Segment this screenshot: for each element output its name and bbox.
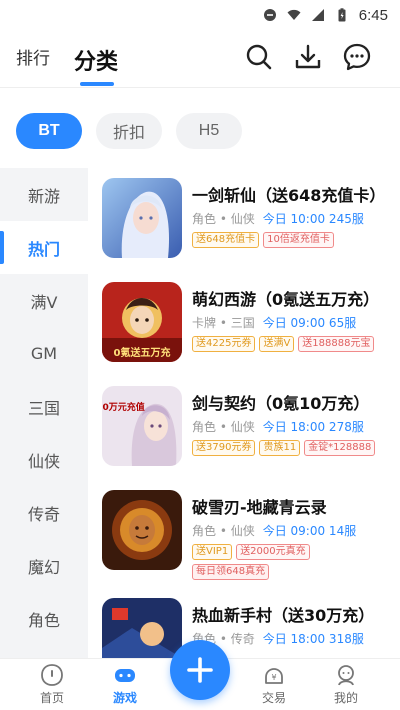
game-meta: 角色 • 传奇 今日 18:00 318服 [192, 630, 364, 647]
status-time: 6:45 [358, 6, 388, 24]
tab-category[interactable]: 分类 [74, 44, 118, 76]
gamepad-icon [115, 669, 135, 682]
wifi-icon [287, 9, 301, 20]
bottom-nav-label: 我的 [333, 691, 358, 705]
game-tag: 送VIP1 [192, 544, 233, 560]
game-meta: 卡牌 • 三国 今日 09:00 65服 [192, 314, 356, 331]
game-icon [102, 598, 182, 658]
game-icon: 送10万元充值 [102, 386, 182, 466]
category-sidebar: 新游 热门 满V GM 三国 仙侠 传奇 魔幻 角色 [0, 168, 88, 658]
svg-text:¥: ¥ [271, 673, 276, 682]
sidebar-item-legend[interactable]: 传奇 [0, 486, 88, 539]
game-tag: 10倍返充值卡 [263, 232, 334, 248]
game-icon [102, 178, 182, 258]
game-tag: 送4225元券 [192, 336, 256, 352]
game-item[interactable]: 送10万元充值 剑与契约（0氪10万充） 角色 • 仙侠今日 18:00 278… [88, 376, 400, 480]
active-tab-indicator [80, 82, 114, 86]
game-server-schedule: 今日 18:00 318服 [262, 632, 364, 646]
game-genre: 角色 • 仙侠 [192, 212, 255, 226]
home-icon [41, 664, 63, 686]
bottom-nav-label: 交易 [261, 691, 286, 705]
game-tag: 送2000元真充 [236, 544, 310, 560]
filter-chip-h5[interactable]: H5 [176, 113, 242, 149]
plus-icon [187, 657, 213, 683]
bottom-nav-trade[interactable]: ¥ 交易 [244, 663, 304, 706]
game-list: 一剑斩仙（送648充值卡） 角色 • 仙侠 今日 10:00 245服 送648充… [88, 168, 400, 658]
game-tag: 送满V [259, 336, 295, 352]
profile-icon [338, 665, 354, 686]
game-tag: 每日领648真充 [192, 564, 270, 580]
game-tag: 金锭*128888 [304, 440, 376, 456]
game-genre: 角色 • 仙侠 [192, 420, 255, 434]
status-bar: 6:45 [0, 0, 400, 30]
bottom-nav-games[interactable]: 游戏 [95, 663, 155, 706]
signal-icon [311, 9, 324, 21]
game-tags: 送3790元券 贵族11 金锭*128888 [192, 440, 388, 456]
game-tags: 送4225元券 送满V 送188888元宝 [192, 336, 388, 352]
filter-chips: BT 折扣 H5 [16, 113, 242, 149]
sidebar-item-xianxia[interactable]: 仙侠 [0, 433, 88, 486]
bottom-nav-label: 首页 [39, 691, 64, 705]
game-item[interactable]: 0氪送五万充 萌幻西游（0氪送五万充） 卡牌 • 三国 今日 09:00 65服 … [88, 272, 400, 376]
top-navigation: 排行 分类 [0, 30, 400, 88]
sidebar-item-max-vip[interactable]: 满V [0, 274, 88, 327]
trade-icon: ¥ [265, 668, 283, 684]
notification-minus-icon [263, 9, 276, 21]
game-title: 剑与契约（0氪10万充） [192, 394, 370, 413]
search-icon[interactable] [244, 42, 274, 72]
battery-icon [338, 8, 346, 22]
game-item[interactable]: 破雪刃-地藏青云录 角色 • 仙侠 今日 09:00 14服 送VIP1 送200… [88, 480, 400, 584]
game-icon-caption: 0氪送五万充 [114, 346, 171, 359]
tab-ranking[interactable]: 排行 [16, 44, 50, 69]
game-server-schedule: 今日 09:00 14服 [262, 524, 357, 538]
game-genre: 卡牌 • 三国 [192, 316, 255, 330]
game-tag: 送648充值卡 [192, 232, 260, 248]
game-icon [102, 490, 182, 570]
game-meta: 角色 • 仙侠 今日 09:00 14服 [192, 522, 356, 539]
add-button[interactable] [170, 640, 230, 700]
game-meta: 角色 • 仙侠 今日 10:00 245服 [192, 210, 364, 227]
bottom-nav-home[interactable]: 首页 [22, 663, 82, 706]
game-server-schedule: 今日 18:00 278服 [262, 420, 364, 434]
game-tag: 送3790元券 [192, 440, 256, 456]
sidebar-item-gm[interactable]: GM [0, 327, 88, 380]
download-icon[interactable] [293, 42, 323, 72]
sidebar-item-three-kingdoms[interactable]: 三国 [0, 380, 88, 433]
filter-chip-discount[interactable]: 折扣 [96, 113, 162, 149]
game-title: 破雪刃-地藏青云录 [192, 498, 327, 517]
sidebar-item-new[interactable]: 新游 [0, 168, 88, 221]
game-icon-caption: 送10万元充值 [102, 401, 145, 413]
game-item[interactable]: 热血新手村（送30万充） 角色 • 传奇 今日 18:00 318服 [88, 588, 400, 658]
game-title: 热血新手村（送30万充） [192, 606, 375, 625]
game-server-schedule: 今日 10:00 245服 [262, 212, 364, 226]
game-tag: 送188888元宝 [298, 336, 375, 352]
game-title: 一剑斩仙（送648充值卡） [192, 186, 386, 205]
game-tags: 送VIP1 送2000元真充 每日领648真充 [192, 544, 388, 580]
game-genre: 角色 • 仙侠 [192, 524, 255, 538]
game-tag: 贵族11 [259, 440, 301, 456]
message-icon[interactable] [342, 42, 372, 72]
game-server-schedule: 今日 09:00 65服 [262, 316, 357, 330]
filter-chip-bt[interactable]: BT [16, 113, 82, 149]
game-icon: 0氪送五万充 [102, 282, 182, 362]
game-item[interactable]: 一剑斩仙（送648充值卡） 角色 • 仙侠 今日 10:00 245服 送648充… [88, 168, 400, 272]
bottom-nav-label: 游戏 [112, 691, 137, 705]
game-tags: 送648充值卡 10倍返充值卡 [192, 232, 388, 248]
game-title: 萌幻西游（0氪送五万充） [192, 290, 380, 309]
sidebar-item-hot[interactable]: 热门 [0, 221, 88, 274]
bottom-nav-mine[interactable]: 我的 [316, 663, 376, 706]
game-meta: 角色 • 仙侠 今日 18:00 278服 [192, 418, 364, 435]
sidebar-item-role[interactable]: 角色 [0, 592, 88, 645]
sidebar-item-fantasy[interactable]: 魔幻 [0, 539, 88, 592]
